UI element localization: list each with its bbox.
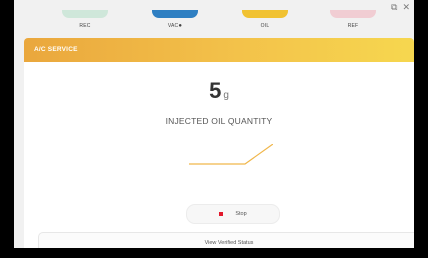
step-oil[interactable]: OIL: [234, 10, 296, 29]
step-label: OIL: [260, 23, 270, 29]
step-indicator: [152, 10, 198, 18]
step-indicator: [330, 10, 376, 18]
device-frame: ⧉ ✕ REC VAC● OIL REF A/C SERVICE 5 g INJ…: [0, 0, 428, 258]
info-icon[interactable]: ●: [178, 23, 182, 29]
step-indicator: [62, 10, 108, 18]
reading-caption: INJECTED OIL QUANTITY: [165, 116, 273, 126]
step-ref[interactable]: REF: [322, 10, 384, 29]
step-label: VAC●: [144, 23, 206, 29]
app-screen: ⧉ ✕ REC VAC● OIL REF A/C SERVICE 5 g INJ…: [14, 0, 414, 248]
process-steps: REC VAC● OIL REF: [14, 10, 414, 36]
stop-button[interactable]: Stop: [186, 204, 280, 224]
reading-unit: g: [223, 90, 229, 101]
progress-line: [189, 144, 273, 165]
reading-value: 5: [209, 78, 222, 103]
stop-button-label: Stop: [235, 211, 247, 217]
injection-progress-graph: [189, 144, 273, 165]
oil-reading: 5g: [24, 78, 414, 104]
view-status-button[interactable]: View Verified Status: [38, 232, 414, 248]
stop-icon: [219, 212, 224, 216]
step-rec[interactable]: REC: [54, 10, 116, 29]
step-label: REF: [347, 23, 359, 29]
step-indicator: [242, 10, 288, 18]
card-header: A/C SERVICE: [24, 38, 414, 62]
service-card: A/C SERVICE 5g INJECTED OIL QUANTITY Sto…: [24, 38, 414, 248]
step-label-text: VAC: [167, 23, 179, 29]
step-label: REC: [79, 23, 91, 29]
step-vac[interactable]: VAC●: [144, 10, 206, 29]
